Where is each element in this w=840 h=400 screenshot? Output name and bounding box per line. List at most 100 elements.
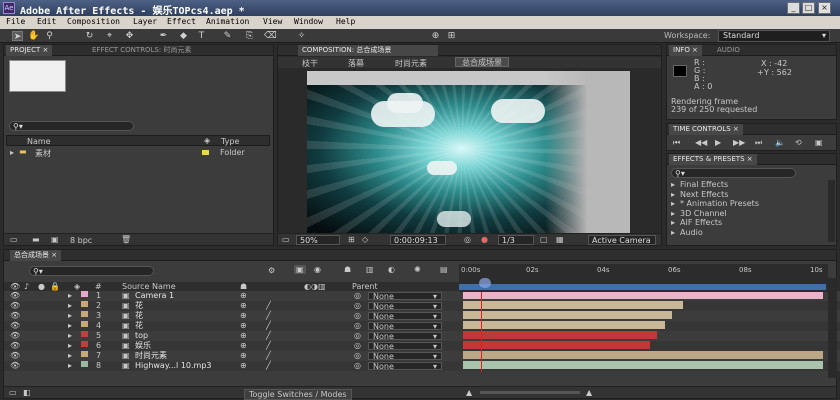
visibility-eye-icon[interactable]: 👁 [10,301,20,311]
layer-duration-bar[interactable] [463,321,665,329]
region-of-interest-icon[interactable]: ▢ [540,235,548,244]
text-tool-icon[interactable]: T [196,31,207,41]
layer-shy-switch-icon[interactable]: ⊕ [240,331,247,341]
visibility-eye-icon[interactable]: 👁 [10,351,20,361]
tab-timeline[interactable]: 总合成场景 × [10,250,62,261]
layer-duration-bar[interactable] [463,331,658,339]
effects-search-input[interactable]: ⚲▾ [671,168,796,178]
visibility-eye-icon[interactable]: 👁 [10,331,20,341]
breadcrumb-item-active[interactable]: 总合成场景 [455,57,509,67]
motion-blur-icon[interactable]: ◐ [388,265,395,274]
menu-help[interactable]: Help [336,17,355,26]
close-button[interactable]: × [818,2,831,14]
pick-whip-icon[interactable]: ◎ [354,321,361,331]
hide-shy-icon[interactable]: ☗ [344,265,351,274]
tab-time-controls[interactable]: TIME CONTROLS × [669,124,743,135]
layer-name[interactable]: top [135,331,148,341]
parent-dropdown[interactable]: None ▾ [368,322,442,331]
playhead-handle[interactable] [479,278,491,288]
column-parent[interactable]: Parent [352,282,378,291]
layer-row[interactable]: 👁 ▸ 1 ▣ Camera 1 ⊕ ◎ None ▾ [4,291,840,301]
breadcrumb-item[interactable]: 落幕 [348,58,364,69]
expand-triangle-icon[interactable]: ▸ [68,351,72,361]
layer-duration-bar[interactable] [463,351,823,359]
quality-switch-icon[interactable]: ╱ [266,351,271,361]
always-preview-icon[interactable]: ▭ [282,235,290,244]
layer-name[interactable]: Camera 1 [135,291,174,301]
zoom-in-icon[interactable]: ▲ [586,388,592,397]
layer-shy-switch-icon[interactable]: ⊕ [240,341,247,351]
puppet-tool-icon[interactable]: ✧ [296,31,307,41]
layer-shy-switch-icon[interactable]: ⊕ [240,301,247,311]
effects-item[interactable]: ▸ 3D Channel [667,209,829,219]
selection-tool-icon[interactable]: ➤ [12,31,23,42]
parent-dropdown[interactable]: None ▾ [368,312,442,321]
layer-row[interactable]: 👁 ▸ 8 ▣ Highway...l 10.mp3 ⊕ ╱ ◎ None ▾ [4,361,840,371]
play-icon[interactable]: ▶ [715,138,721,147]
interpret-footage-icon[interactable]: ▭ [10,235,18,244]
quality-switch-icon[interactable]: ╱ [266,311,271,321]
transparency-grid-icon[interactable]: ▦ [556,235,564,244]
rotate-tool-icon[interactable]: ↻ [84,31,95,41]
zoom-dropdown[interactable]: 50% [296,235,340,245]
effects-item[interactable]: ▸ * Animation Presets [667,199,829,209]
expand-triangle-icon[interactable]: ▸ [68,301,72,311]
previous-frame-icon[interactable]: ◀◀ [695,138,707,147]
parent-dropdown[interactable]: None ▾ [368,342,442,351]
new-comp-icon[interactable]: ▣ [51,235,59,244]
brainstorm-icon[interactable]: ✺ [414,265,421,274]
layer-row[interactable]: 👁 ▸ 7 ▣ 时尚元素 ⊕ ╱ ◎ None ▾ [4,351,840,361]
layer-row[interactable]: 👁 ▸ 3 ▣ 花 ⊕ ╱ ◎ None ▾ [4,311,840,321]
orbit-tool-icon[interactable]: ✥ [124,31,135,41]
project-search-input[interactable]: ⚲▾ [9,121,134,131]
parent-dropdown[interactable]: None ▾ [368,302,442,311]
menu-animation[interactable]: Animation [206,17,249,26]
effects-scrollbar[interactable] [828,180,835,242]
layer-name[interactable]: 时尚元素 [135,351,167,361]
trash-icon[interactable]: 🗑 [121,235,131,244]
layer-label-color[interactable] [81,301,88,307]
parent-dropdown[interactable]: None ▾ [368,332,442,341]
layer-row[interactable]: 👁 ▸ 2 ▣ 花 ⊕ ╱ ◎ None ▾ [4,301,840,311]
mask-tool-icon[interactable]: ◆ [178,31,189,41]
menu-edit[interactable]: Edit [37,17,56,26]
layer-shy-switch-icon[interactable]: ⊕ [240,311,247,321]
workspace-dropdown[interactable]: Standard ▾ [718,30,830,42]
expand-triangle-icon[interactable]: ▸ [68,291,72,301]
layer-shy-switch-icon[interactable]: ⊕ [240,291,247,301]
layer-shy-switch-icon[interactable]: ⊕ [240,351,247,361]
zoom-slider[interactable] [480,391,580,394]
layer-name[interactable]: 娱乐 [135,341,151,351]
effects-item[interactable]: ▸ Audio [667,228,829,238]
expand-switches-icon[interactable]: ▭ [9,388,17,397]
resolution-dropdown[interactable]: 1/3 [498,235,534,245]
breadcrumb-item[interactable]: 时尚元素 [395,58,427,69]
quality-switch-icon[interactable]: ╱ [266,301,271,311]
layer-search-input[interactable]: ⚲▾ [29,266,154,276]
layer-row[interactable]: 👁 ▸ 5 ▣ top ⊕ ╱ ◎ None ▾ [4,331,840,341]
expand-triangle-icon[interactable]: ▸ [68,361,72,371]
layer-shy-switch-icon[interactable]: ⊕ [240,361,247,371]
breadcrumb-item[interactable]: 枝干 [302,58,318,69]
new-folder-icon[interactable]: ▬ [32,235,40,244]
visibility-eye-icon[interactable]: 👁 [10,341,20,351]
maximize-button[interactable]: □ [802,2,815,14]
hand-tool-icon[interactable]: ✋ [28,31,39,41]
snap-icon[interactable]: ⊕ [430,31,441,41]
pick-whip-icon[interactable]: ◎ [354,311,361,321]
pick-whip-icon[interactable]: ◎ [354,351,361,361]
layer-duration-bar[interactable] [463,311,672,319]
snapshot-icon[interactable]: ◎ [464,235,471,244]
menu-composition[interactable]: Composition [67,17,120,26]
camera-dropdown[interactable]: Active Camera [588,235,656,245]
pen-tool-icon[interactable]: ✒ [158,31,169,41]
effects-item[interactable]: ▸ Final Effects [667,180,829,190]
effects-item[interactable]: ▸ AIF Effects [667,218,829,228]
parent-dropdown[interactable]: None ▾ [368,362,442,371]
visibility-eye-icon[interactable]: 👁 [10,291,20,301]
layer-row[interactable]: 👁 ▸ 6 ▣ 娱乐 ⊕ ╱ ◎ None ▾ [4,341,840,351]
layer-label-color[interactable] [81,351,88,357]
layer-label-color[interactable] [81,321,88,327]
project-item-row[interactable]: ▸ ▬ 素材 Folder [6,147,270,158]
eraser-tool-icon[interactable]: ⌫ [264,31,277,41]
